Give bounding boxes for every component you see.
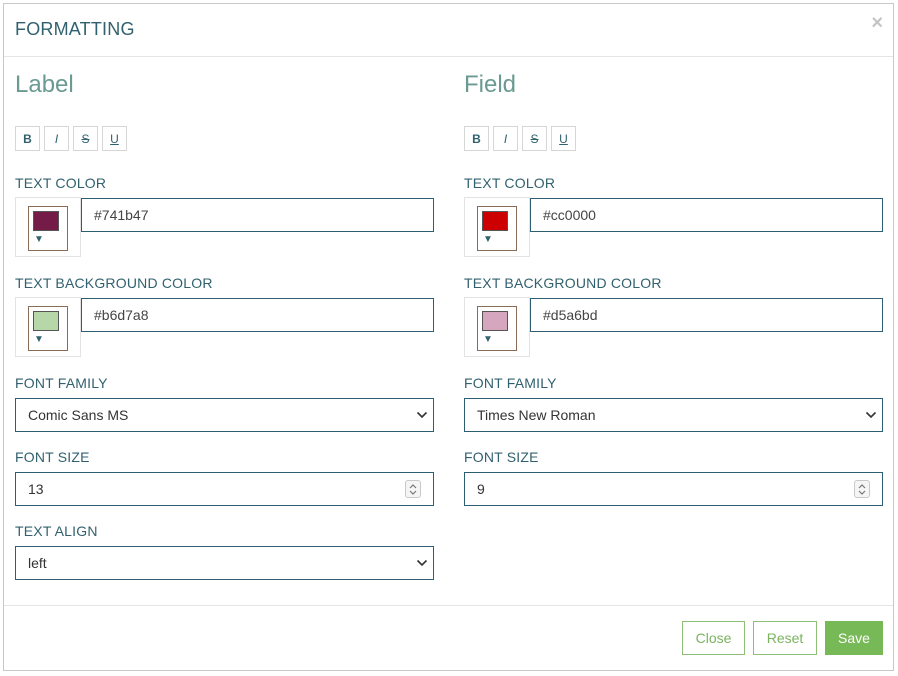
dialog-title: FORMATTING [15, 19, 135, 39]
label-font-family-select[interactable]: Comic Sans MS [15, 398, 434, 432]
field-section-title: Field [464, 71, 517, 98]
field-text-color-input[interactable]: #cc0000 [530, 198, 883, 232]
field-strike-button[interactable]: S [522, 126, 547, 151]
reset-button[interactable]: Reset [753, 621, 817, 655]
chevron-down-icon [416, 547, 428, 567]
field-text-bg-picker[interactable]: ▼ [464, 297, 530, 357]
field-font-family-value: Times New Roman [477, 407, 596, 423]
label-text-bg-picker[interactable]: ▼ [15, 297, 81, 357]
field-text-bg-swatch [482, 311, 508, 331]
formatting-dialog: FORMATTING × Label B I S U TEXT COLOR ▼ … [3, 3, 894, 671]
field-font-size-label: FONT SIZE [464, 449, 539, 465]
close-icon[interactable]: × [871, 13, 883, 33]
label-font-size-label: FONT SIZE [15, 449, 90, 465]
spinner-icon[interactable] [405, 480, 421, 498]
label-underline-button[interactable]: U [102, 126, 127, 151]
field-font-size-value: 9 [477, 481, 485, 497]
field-bold-button[interactable]: B [464, 126, 489, 151]
field-text-color-swatch [482, 211, 508, 231]
dialog-footer: Close Reset Save [4, 605, 893, 670]
chevron-down-icon [416, 399, 428, 419]
label-text-color-label: TEXT COLOR [15, 175, 107, 191]
field-text-color-label: TEXT COLOR [464, 175, 556, 191]
label-italic-button[interactable]: I [44, 126, 69, 151]
label-text-align-value: left [28, 555, 47, 571]
label-text-color-picker[interactable]: ▼ [15, 197, 81, 257]
chevron-down-icon [865, 399, 877, 419]
field-font-family-select[interactable]: Times New Roman [464, 398, 883, 432]
field-font-size-input[interactable]: 9 [464, 472, 883, 506]
field-italic-button[interactable]: I [493, 126, 518, 151]
label-format-buttons: B I S U [15, 126, 131, 151]
field-text-color-picker[interactable]: ▼ [464, 197, 530, 257]
field-font-family-label: FONT FAMILY [464, 375, 557, 391]
field-underline-button[interactable]: U [551, 126, 576, 151]
label-text-bg-label: TEXT BACKGROUND COLOR [15, 275, 213, 291]
label-text-align-select[interactable]: left [15, 546, 434, 580]
field-text-bg-label: TEXT BACKGROUND COLOR [464, 275, 662, 291]
label-text-bg-swatch [33, 311, 59, 331]
caret-down-icon: ▼ [34, 334, 44, 345]
caret-down-icon: ▼ [483, 334, 493, 345]
save-button[interactable]: Save [825, 621, 883, 655]
spinner-icon[interactable] [854, 480, 870, 498]
label-text-align-label: TEXT ALIGN [15, 523, 98, 539]
field-format-buttons: B I S U [464, 126, 580, 151]
label-font-family-label: FONT FAMILY [15, 375, 108, 391]
label-strike-button[interactable]: S [73, 126, 98, 151]
close-button[interactable]: Close [682, 621, 745, 655]
label-font-family-value: Comic Sans MS [28, 407, 129, 423]
label-bold-button[interactable]: B [15, 126, 40, 151]
label-text-bg-input[interactable]: #b6d7a8 [81, 298, 434, 332]
caret-down-icon: ▼ [34, 234, 44, 245]
label-font-size-input[interactable]: 13 [15, 472, 434, 506]
label-text-color-input[interactable]: #741b47 [81, 198, 434, 232]
dialog-header: FORMATTING × [4, 4, 893, 57]
label-font-size-value: 13 [28, 481, 44, 497]
label-text-color-swatch [33, 211, 59, 231]
caret-down-icon: ▼ [483, 234, 493, 245]
field-text-bg-input[interactable]: #d5a6bd [530, 298, 883, 332]
label-section-title: Label [15, 71, 74, 98]
